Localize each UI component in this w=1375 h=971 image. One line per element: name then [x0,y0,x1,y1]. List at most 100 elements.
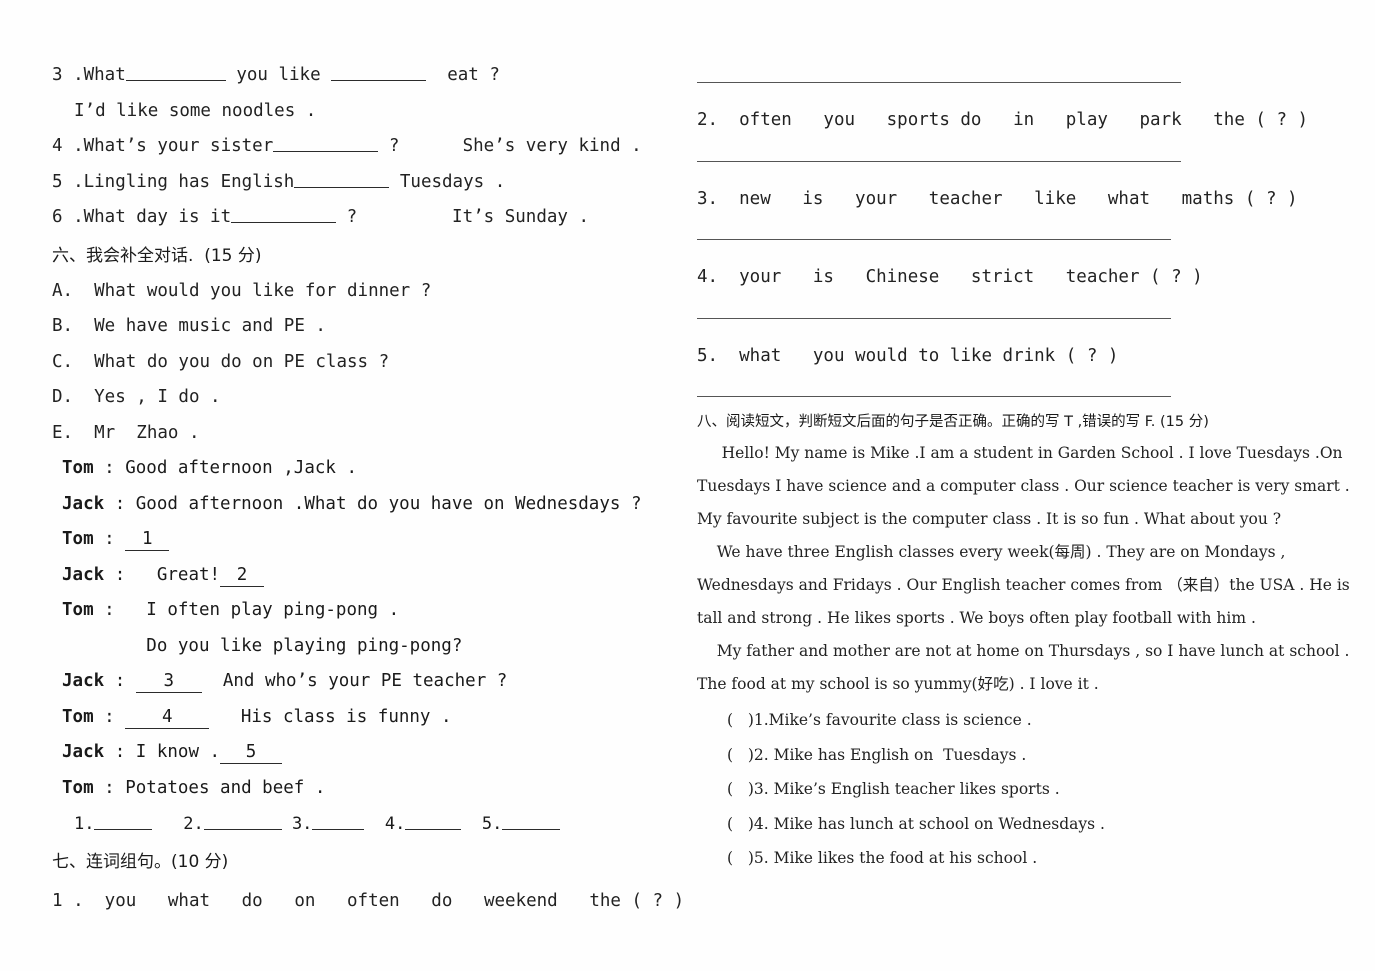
dialogue-text-after: And who’s your PE teacher ? [201,671,508,691]
fill-in-item-6-prefix: 6 .What day is it [52,207,232,227]
dialogue-blank-4[interactable]: 4 [125,707,210,729]
dialogue-line-2: Jack : Good afternoon .What do you have … [52,487,664,523]
fill-in-item-3-prefix: 3 .What [52,65,126,85]
answer-blank-4[interactable] [405,812,462,830]
dialogue-speaker: Jack [62,493,105,514]
dialogue-separator: : [93,458,126,478]
answer-label-4: 4. [384,814,406,834]
section-eight-heading: 八、阅读短文，判断短文后面的句子是否正确。正确的写 T ,错误的写 F. (15… [697,414,1209,430]
dialogue-separator: : [93,529,126,549]
left-column: 3 .What you like eat ? I’d like some noo… [52,58,685,920]
dialogue-speaker: Jack [62,742,105,762]
answer-blank-2[interactable] [203,812,282,830]
fill-in-item-6-tail: ? It’s Sunday . [346,207,589,227]
reorder-answer-line-5[interactable] [697,396,1171,397]
section-six-answer-strip: 1. 2. 3. 4. 5. [52,806,664,842]
dialogue-line-4: Jack : Great! 2 [52,558,664,594]
section-six-option-b: B. We have music and PE . [52,316,326,336]
fill-in-item-5-prefix: 5 .Lingling has English [52,171,295,192]
dialogue-separator: : [104,671,136,691]
reorder-item-3: 3. new is your teacher like what maths (… [697,188,1298,209]
fill-in-item-3: 3 .What you like eat ? [52,58,664,94]
true-false-question-3[interactable]: ( )3. Mike’s English teacher likes sport… [697,772,1337,807]
reorder-answer-line-3[interactable] [697,239,1171,240]
true-false-question-1[interactable]: ( )1.Mike’s favourite class is science . [697,703,1337,738]
dialogue-text: Do you like playing ping-pong? [62,635,463,656]
reorder-item-1: 1 . you what do on often do weekend the … [52,891,685,911]
dialogue-blank-1[interactable]: 1 [125,529,170,551]
dialogue-line-10: Tom : Potatoes and beef . [52,771,664,807]
reorder-answer-line-4[interactable] [697,317,1171,319]
fill-in-item-5-blank-1[interactable] [294,170,390,188]
answer-blank-5[interactable] [502,812,561,830]
right-column: 2. often you sports do in play park the … [697,58,1350,876]
fill-in-item-3-answer-text: I’d like some noodles . [74,100,317,121]
dialogue-line-3: Tom : 1 [52,522,664,558]
passage-line-5: Wednesdays and Fridays . Our English tea… [697,576,1350,594]
section-six-option-e: E. Mr Zhao . [52,422,200,443]
fill-in-item-3-mid: you like [236,65,321,85]
dialogue-speaker: Jack [62,564,105,585]
true-false-question-4[interactable]: ( )4. Mike has lunch at school on Wednes… [697,807,1337,842]
fill-in-item-3-tail: eat ? [447,65,500,85]
dialogue-text: Good afternoon ,Jack . [125,458,358,478]
fill-in-item-6-blank-1[interactable] [231,205,337,223]
dialogue-speaker: Tom [62,706,94,727]
answer-label-2: 2. [183,814,204,834]
dialogue-separator: : [93,706,126,727]
dialogue-blank-5[interactable]: 5 [220,742,283,764]
fill-in-item-4-prefix: 4 .What’s your sister [52,136,274,156]
dialogue-blank-2[interactable]: 2 [220,565,265,587]
dialogue-text-after: His class is funny . [209,706,452,727]
fill-in-item-4: 4 .What’s your sister ? She’s very kind … [52,129,664,165]
fill-in-item-3-blank-1[interactable] [125,63,226,81]
dialogue-text: I often play ping-pong . [125,600,400,620]
dialogue-line-9: Jack : I know .5 [52,735,664,771]
fill-in-item-4-blank-1[interactable] [273,134,379,152]
section-six-option-d: D. Yes , I do . [52,387,221,407]
true-false-question-5[interactable]: ( )5. Mike likes the food at his school … [697,841,1337,876]
section-six-option-c: C. What do you do on PE class ? [52,351,390,372]
section-seven-heading: 七、连词组句。(10 分) [52,852,229,872]
reorder-answer-line-2[interactable] [697,160,1181,162]
dialogue-speaker: Tom [62,600,94,620]
reorder-item-4: 4. your is Chinese strict teacher ( ? ) [697,267,1203,287]
dialogue-text: Potatoes and beef . [125,777,326,798]
section-six-heading: 六、我会补全对话. (15 分) [52,245,262,266]
dialogue-text: Great! [135,564,221,585]
true-false-question-2[interactable]: ( )2. Mike has English on Tuesdays . [697,738,1337,773]
dialogue-line-5: Tom : I often play ping-pong . [52,593,664,629]
answer-blank-3[interactable] [312,812,365,830]
fill-in-item-3-answer: I’d like some noodles . [52,94,664,130]
answer-label-3: 3. [291,814,313,834]
reorder-answer-line-1[interactable] [697,82,1181,83]
dialogue-speaker: Tom [62,777,94,798]
fill-in-item-3-blank-2[interactable] [331,63,427,81]
dialogue-text: I know . [135,742,221,762]
passage-line-1: Hello! My name is Mike .I am a student i… [697,444,1343,462]
dialogue-separator: : [104,493,136,514]
dialogue-speaker: Tom [62,529,94,549]
passage-line-6: tall and strong . He likes sports . We b… [697,609,1256,627]
reorder-item-5: 5. what you would to like drink ( ? ) [697,345,1119,366]
fill-in-item-6: 6 .What day is it ? It’s Sunday . [52,200,664,236]
dialogue-separator: : [93,600,126,620]
answer-label-5: 5. [481,814,503,834]
passage-line-2: Tuesdays I have science and a computer c… [697,477,1350,495]
reorder-item-2: 2. often you sports do in play park the … [697,110,1309,130]
section-six-option-a: A. What would you like for dinner ? [52,280,432,301]
dialogue-separator: : [104,742,136,762]
dialogue-blank-3[interactable]: 3 [135,671,202,693]
dialogue-separator: : [93,777,126,798]
fill-in-item-5-tail: Tuesdays . [399,171,506,192]
answer-blank-1[interactable] [94,812,153,830]
passage-line-8: The food at my school is so yummy(好吃) . … [697,675,1099,693]
dialogue-separator: : [104,564,136,585]
dialogue-line-8: Tom : 4 His class is funny . [52,700,664,736]
passage-line-4: We have three English classes every week… [697,543,1286,561]
dialogue-line-1: Tom : Good afternoon ,Jack . [52,451,664,487]
answer-label-1: 1. [74,814,95,834]
passage-line-3: My favourite subject is the computer cla… [697,510,1282,528]
worksheet-page: 3 .What you like eat ? I’d like some noo… [0,0,1375,971]
dialogue-line-7: Jack : 3 And who’s your PE teacher ? [52,664,664,700]
